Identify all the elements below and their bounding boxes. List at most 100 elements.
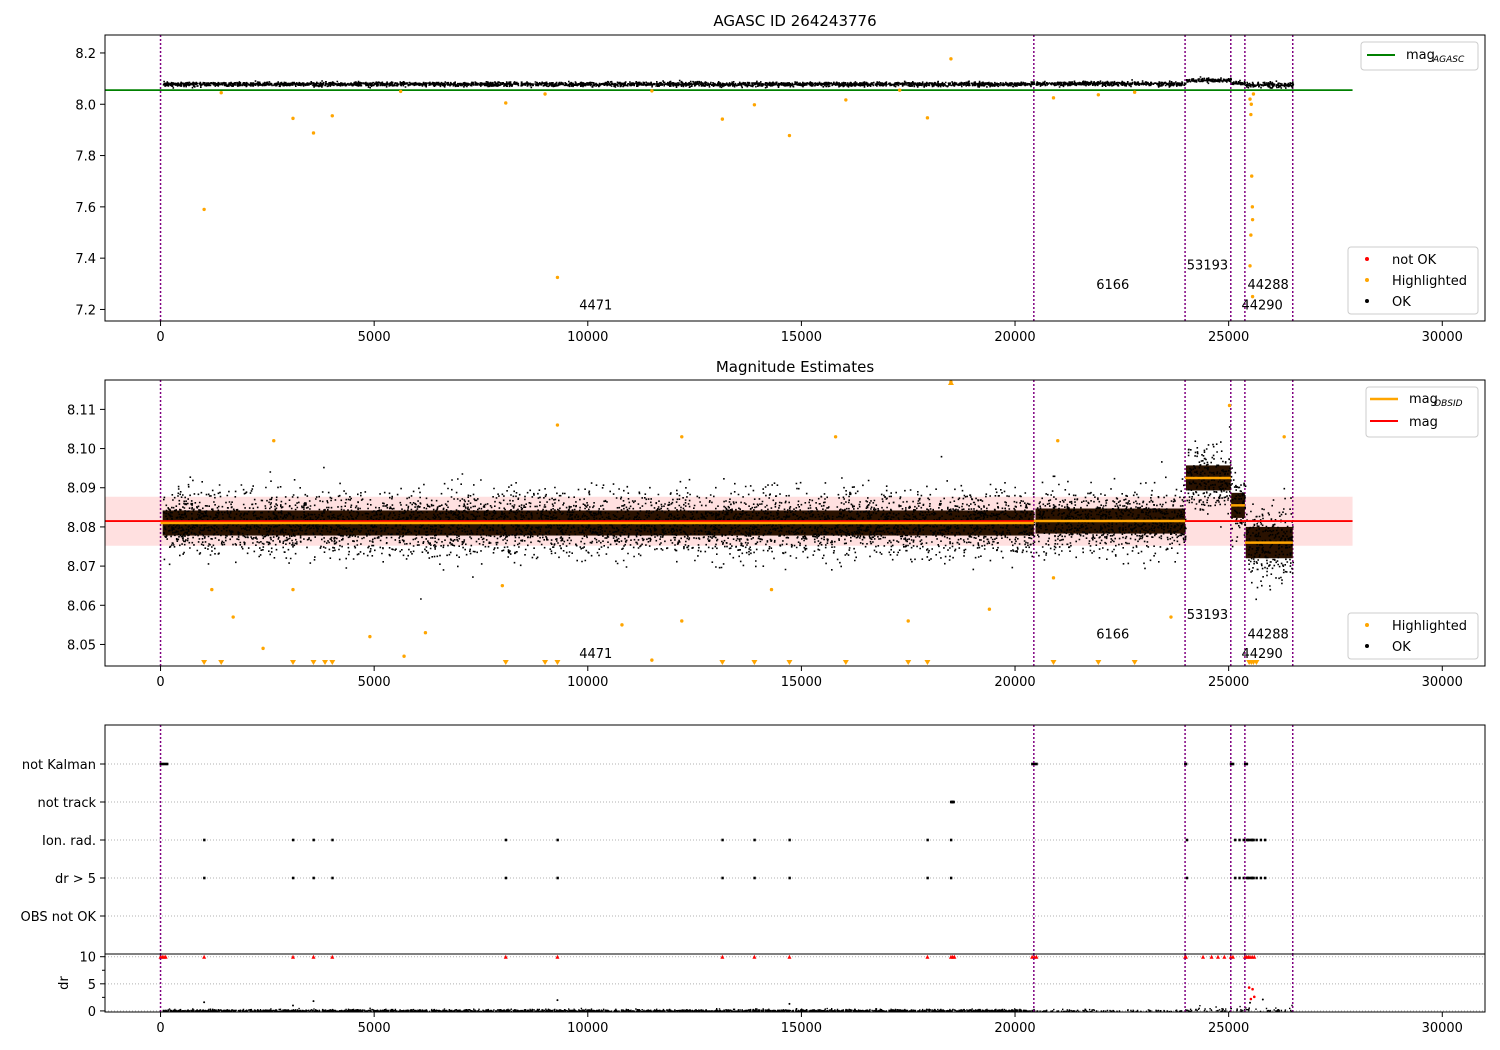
dr-ytick-label: 10: [79, 951, 96, 966]
agasc-highlighted-point: [1248, 97, 1252, 101]
flags-point: [721, 876, 724, 880]
dr-xtick-label: 30000: [1422, 1021, 1463, 1036]
estimates-highlighted-point: [1169, 615, 1173, 619]
estimates-obsid-annotation: 44290: [1241, 647, 1282, 662]
estimates-xtick-label: 25000: [1208, 675, 1249, 690]
estimates-clipped-low-marker: [1131, 660, 1138, 665]
dr-xtick-label: 15000: [781, 1021, 822, 1036]
agasc-legend-bottom: not OK Highlighted OK: [1347, 246, 1479, 315]
dr-xtick-label: 0: [156, 1021, 164, 1036]
flags-point: [952, 800, 955, 804]
agasc-legend-marker: [1365, 257, 1369, 261]
flags-point: [1229, 762, 1233, 766]
estimates-ytick-label: 8.10: [67, 443, 96, 458]
agasc-highlighted-point: [650, 89, 654, 93]
estimates-clipped-low-marker: [322, 660, 329, 665]
dr-xtick-label: 5000: [358, 1021, 391, 1036]
flags-point: [1252, 838, 1255, 842]
agasc-highlighted-point: [555, 275, 560, 280]
flags-point: [1035, 762, 1038, 766]
agasc-highlighted-point: [949, 57, 953, 61]
agasc-xtick-label: 10000: [567, 330, 608, 345]
dr-panel: dr 0 5000 10000 15000 20000 25000 30000 0 5 10: [57, 951, 1486, 1036]
dr-not-ok-point: [1249, 997, 1253, 1001]
agasc-xtick-label: 5000: [358, 330, 391, 345]
flags-point: [504, 876, 508, 880]
agasc-ytick-label: 7.4: [75, 252, 96, 267]
flags-point: [203, 876, 206, 880]
flags-point: [1259, 838, 1263, 842]
flags-point: [1245, 762, 1248, 766]
flags-category-label: not track: [37, 796, 96, 811]
flags-point: [1234, 838, 1237, 842]
estimates-clipped-low-marker: [1095, 660, 1102, 665]
estimates-highlighted-point: [680, 619, 684, 623]
dr-capped-marker: [1201, 954, 1206, 959]
agasc-ytick-label: 7.2: [75, 303, 96, 318]
estimates-panel: Magnitude Estimates 4471 6166 53193 44290 44…: [67, 358, 1486, 690]
agasc-legend-marker: [1365, 278, 1369, 282]
dr-ytick-label: 5: [88, 978, 96, 993]
estimates-highlighted-point: [291, 587, 295, 592]
estimates-highlighted-point: [402, 654, 406, 658]
agasc-xtick-label: 20000: [994, 330, 1035, 345]
flags-point: [1185, 838, 1189, 842]
agasc-highlighted-point: [1250, 217, 1255, 222]
dr-ok-point: [1261, 998, 1264, 1001]
dr-plot-area: [104, 953, 1486, 1013]
estimates-ytick-label: 8.09: [67, 482, 96, 497]
dr-capped-marker: [787, 954, 792, 959]
agasc-highlighted-point: [291, 116, 295, 121]
estimates-highlighted-point: [1282, 435, 1286, 439]
dr-ok-point: [312, 1000, 315, 1003]
agasc-ytick-label: 8.2: [75, 47, 96, 62]
dr-ok-points: [162, 1004, 1293, 1013]
flags-point: [949, 876, 953, 880]
estimates-xtick-label: 0: [156, 675, 164, 690]
estimates-clipped-low-marker: [542, 660, 549, 665]
dr-not-ok-point: [1252, 995, 1256, 999]
agasc-highlighted-point: [752, 103, 757, 107]
agasc-ytick-label: 8.0: [75, 98, 96, 113]
agasc-legend-label: not OK: [1392, 253, 1437, 268]
flags-category-label: dr > 5: [55, 872, 96, 887]
estimates-clipped-low-marker: [1050, 660, 1057, 665]
agasc-obsid-annotation: 4471: [579, 298, 612, 313]
dr-xtick-label: 10000: [567, 1021, 608, 1036]
flags-point: [1031, 762, 1034, 766]
flags-point: [1248, 876, 1251, 880]
flags-point: [161, 762, 165, 766]
estimates-clipped-low-marker: [201, 660, 208, 665]
flags-point: [1255, 876, 1258, 880]
estimates-highlighted-point: [261, 646, 265, 651]
flags-point: [331, 838, 334, 842]
flags-point: [1255, 838, 1258, 842]
flags-point: [159, 762, 162, 766]
estimates-clipped-low-marker: [554, 660, 561, 665]
estimates-clipped-low-marker: [310, 660, 317, 665]
flags-point: [1238, 876, 1241, 880]
estimates-ok-points: [162, 426, 1295, 601]
agasc-xtick-label: 15000: [781, 330, 822, 345]
flags-point: [1238, 838, 1241, 842]
flags-point: [753, 876, 756, 880]
dr-capped-marker: [202, 954, 207, 959]
estimates-xtick-label: 15000: [781, 675, 822, 690]
estimates-legend-obsid-subscript: OBSID: [1434, 399, 1463, 409]
estimates-highlighted-point: [210, 587, 214, 592]
agasc-highlighted-point: [1250, 174, 1254, 178]
flags-point: [1245, 876, 1248, 880]
agasc-legend-label: OK: [1392, 295, 1411, 310]
estimates-clipped-low-marker: [218, 660, 225, 665]
agasc-legend-marker: [1365, 299, 1369, 303]
agasc-highlighted-point: [844, 98, 848, 102]
estimates-legend-label: OK: [1392, 640, 1411, 655]
estimates-clipped-low-marker: [289, 660, 296, 665]
agasc-highlighted-point: [897, 88, 902, 92]
agasc-highlighted-point: [202, 207, 206, 212]
estimates-clipped-low-marker: [905, 660, 912, 665]
estimates-ytick-label: 8.11: [67, 403, 96, 418]
dr-ok-point: [203, 1001, 206, 1004]
estimates-highlighted-point: [1051, 576, 1056, 580]
estimates-xtick-label: 30000: [1422, 675, 1463, 690]
